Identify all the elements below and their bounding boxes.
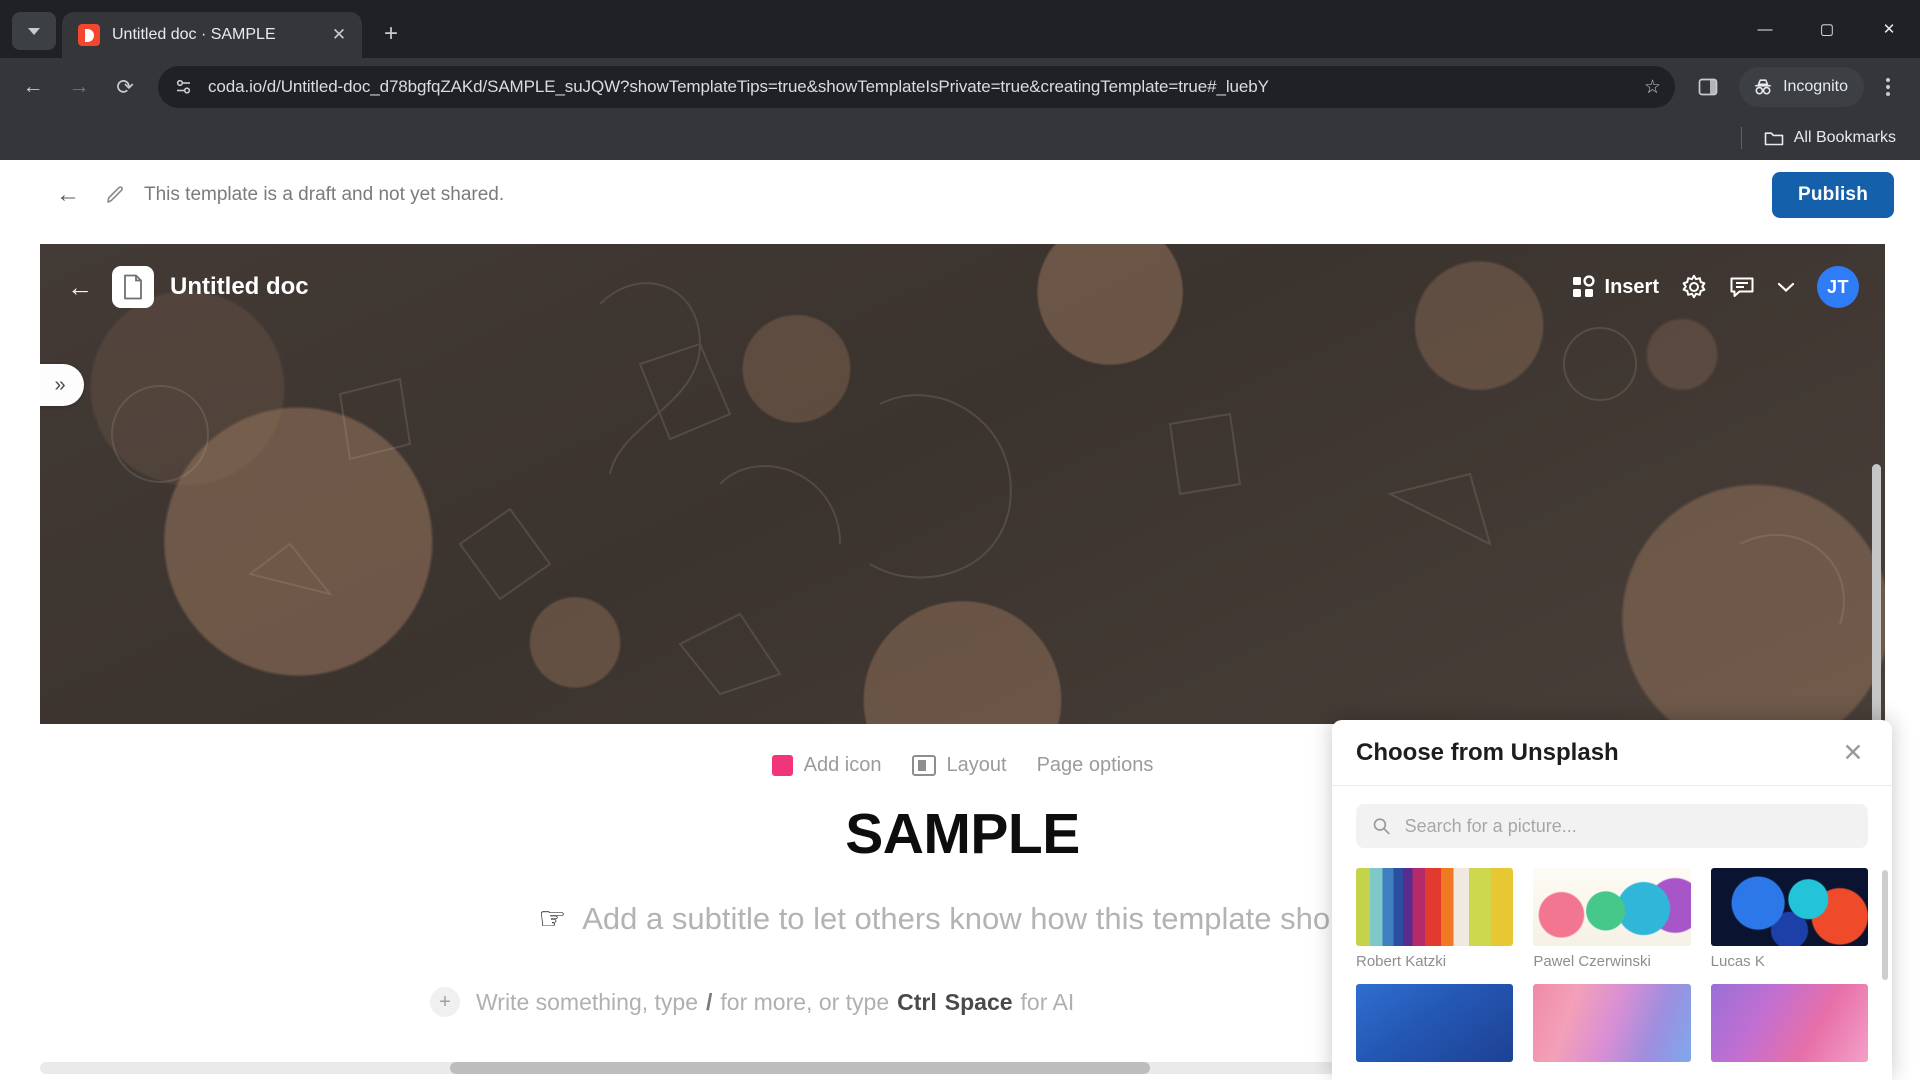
doc-back-button[interactable]: ← xyxy=(64,272,96,303)
doc-top-actions: Insert JT xyxy=(1571,266,1859,308)
unsplash-thumbnail[interactable] xyxy=(1356,984,1514,1062)
tab-strip: Untitled doc · SAMPLE ✕ + — ▢ ✕ xyxy=(0,0,1920,58)
chrome-menu-button[interactable] xyxy=(1868,65,1908,109)
grid-insert-icon xyxy=(1572,275,1595,297)
page-options-button[interactable]: Page options xyxy=(1037,754,1154,777)
tab-title: Untitled doc · SAMPLE xyxy=(112,26,276,43)
site-settings-icon[interactable] xyxy=(174,77,194,97)
editor-placeholder-middle: for more, or type xyxy=(720,988,890,1015)
unsplash-photo-card[interactable]: Pawel Czerwinski xyxy=(1533,868,1691,970)
sidebar-expand-button[interactable]: » xyxy=(40,364,84,406)
template-back-button[interactable]: ← xyxy=(56,181,86,209)
doc-cover-image[interactable]: ← Untitled doc Insert JT » xyxy=(40,244,1885,724)
unsplash-thumbnail[interactable] xyxy=(1710,984,1868,1062)
forward-button[interactable]: → xyxy=(58,66,100,108)
unsplash-results-grid: Robert Katzki Pawel Czerwinski Lucas K xyxy=(1332,848,1892,1062)
bookmarks-bar: All Bookmarks xyxy=(0,116,1920,160)
template-draft-message: This template is a draft and not yet sha… xyxy=(144,183,505,205)
unsplash-search-box[interactable] xyxy=(1356,804,1868,848)
doc-title[interactable]: Untitled doc xyxy=(170,273,1555,301)
document-icon[interactable] xyxy=(112,266,154,308)
back-button[interactable]: ← xyxy=(12,66,54,108)
doc-top-bar: ← Untitled doc Insert JT xyxy=(40,244,1885,330)
editor-placeholder-suffix: for AI xyxy=(1020,988,1075,1015)
unsplash-header: Choose from Unsplash ✕ xyxy=(1332,720,1892,786)
unsplash-search-input[interactable] xyxy=(1404,815,1852,837)
unsplash-picker-panel: Choose from Unsplash ✕ Robert Katzki Paw… xyxy=(1332,720,1892,1080)
gear-icon[interactable] xyxy=(1681,274,1707,300)
url-text: coda.io/d/Untitled-doc_d78bgfqZAKd/SAMPL… xyxy=(208,77,1269,96)
pointing-hand-emoji: ☞ xyxy=(538,901,567,936)
template-draft-bar: ← This template is a draft and not yet s… xyxy=(0,160,1920,230)
insert-label: Insert xyxy=(1604,275,1659,298)
page-options-label: Page options xyxy=(1036,754,1154,776)
close-icon[interactable]: ✕ xyxy=(1838,738,1868,768)
unsplash-credit[interactable]: Pawel Czerwinski xyxy=(1533,953,1690,970)
unsplash-thumbnail[interactable] xyxy=(1710,868,1868,946)
chevron-down-icon xyxy=(28,27,40,35)
reload-button[interactable]: ⟳ xyxy=(104,66,146,108)
unsplash-photo-card[interactable]: Robert Katzki xyxy=(1356,868,1514,970)
unsplash-credit[interactable]: Lucas K xyxy=(1711,953,1868,970)
horizontal-scrollbar-thumb[interactable] xyxy=(450,1062,1150,1074)
unsplash-title: Choose from Unsplash xyxy=(1356,738,1619,766)
star-icon[interactable]: ☆ xyxy=(1644,76,1661,99)
layout-label: Layout xyxy=(946,754,1007,776)
layout-icon xyxy=(911,755,936,776)
folder-icon xyxy=(1764,131,1784,145)
add-icon-button[interactable]: Add icon xyxy=(771,754,882,777)
insert-button[interactable]: Insert xyxy=(1571,275,1659,299)
browser-tab[interactable]: Untitled doc · SAMPLE ✕ xyxy=(62,12,362,58)
unsplash-credit[interactable]: Robert Katzki xyxy=(1356,953,1513,970)
add-icon-swatch xyxy=(771,755,793,776)
all-bookmarks-button[interactable]: All Bookmarks xyxy=(1754,124,1906,152)
pencil-icon[interactable] xyxy=(104,184,126,206)
comment-icon[interactable] xyxy=(1729,275,1755,299)
avatar[interactable]: JT xyxy=(1817,266,1859,308)
window-controls: — ▢ ✕ xyxy=(1734,0,1920,58)
coda-favicon xyxy=(78,24,100,46)
side-panel-icon[interactable] xyxy=(1687,66,1729,108)
close-icon[interactable]: ✕ xyxy=(326,22,352,48)
page-viewport: ← This template is a draft and not yet s… xyxy=(0,160,1920,1080)
profile-label: Incognito xyxy=(1783,78,1848,95)
subtitle-placeholder: Add a subtitle to let others know how th… xyxy=(582,901,1415,936)
incognito-icon xyxy=(1755,79,1771,95)
kbd-ctrl: Ctrl xyxy=(897,988,937,1015)
unsplash-thumbnail[interactable] xyxy=(1356,868,1514,946)
new-tab-button[interactable]: + xyxy=(372,15,410,53)
unsplash-photo-card[interactable] xyxy=(1356,984,1514,1062)
omnibox[interactable]: coda.io/d/Untitled-doc_d78bgfqZAKd/SAMPL… xyxy=(158,66,1676,108)
minimize-button[interactable]: — xyxy=(1734,0,1796,58)
unsplash-thumbnail[interactable] xyxy=(1533,868,1691,946)
unsplash-photo-card[interactable]: Lucas K xyxy=(1710,868,1868,970)
editor-placeholder-prefix: Write something, type xyxy=(476,988,699,1015)
slash-hint: / xyxy=(706,988,713,1015)
all-bookmarks-label: All Bookmarks xyxy=(1793,129,1896,146)
add-block-button[interactable]: + xyxy=(430,987,460,1017)
unsplash-photo-card[interactable] xyxy=(1533,984,1691,1062)
maximize-button[interactable]: ▢ xyxy=(1796,0,1858,58)
search-icon xyxy=(1373,818,1390,835)
divider xyxy=(1740,127,1742,149)
publish-button[interactable]: Publish xyxy=(1771,171,1894,218)
kbd-space: Space xyxy=(944,988,1013,1015)
unsplash-scrollbar[interactable] xyxy=(1882,870,1888,980)
tab-search-button[interactable] xyxy=(12,12,56,50)
unsplash-photo-card[interactable] xyxy=(1710,984,1868,1062)
chevron-down-icon[interactable] xyxy=(1777,281,1795,293)
browser-toolbar: ← → ⟳ coda.io/d/Untitled-doc_d78bgfqZAKd… xyxy=(0,58,1920,116)
incognito-profile-button[interactable]: Incognito xyxy=(1739,67,1864,107)
layout-button[interactable]: Layout xyxy=(911,754,1007,777)
close-window-button[interactable]: ✕ xyxy=(1858,0,1920,58)
browser-window: Untitled doc · SAMPLE ✕ + — ▢ ✕ ← → ⟳ co… xyxy=(0,0,1920,1080)
unsplash-thumbnail[interactable] xyxy=(1533,984,1691,1062)
add-icon-label: Add icon xyxy=(803,754,882,776)
editor-placeholder: Write something, type / for more, or typ… xyxy=(476,989,1074,1016)
